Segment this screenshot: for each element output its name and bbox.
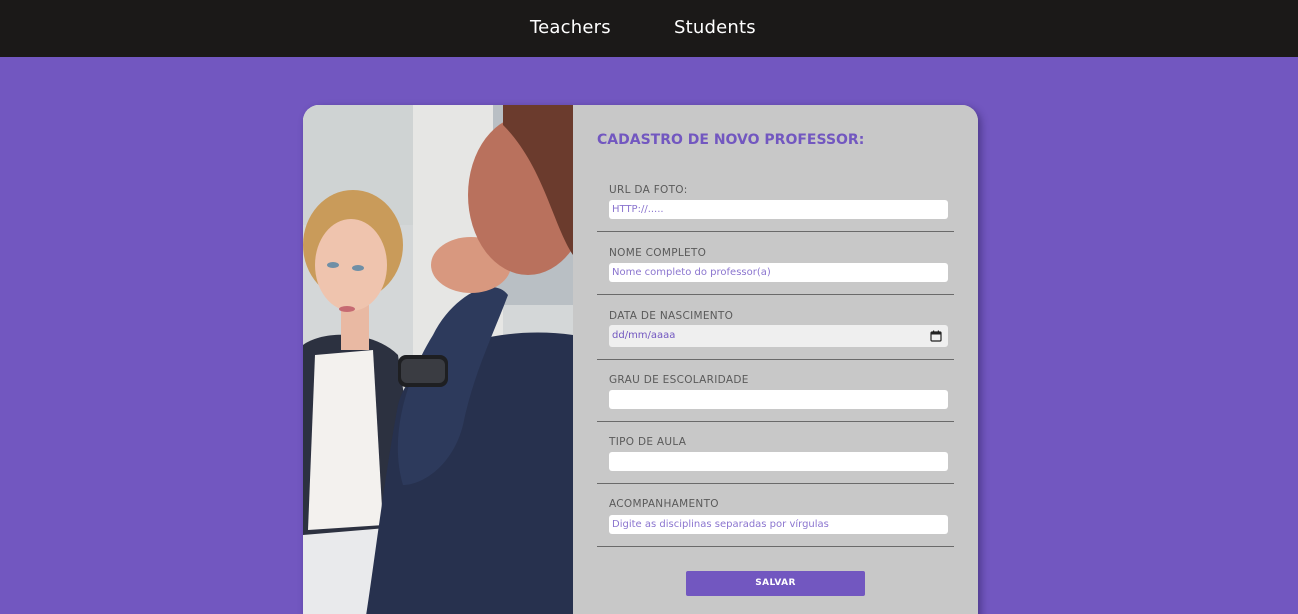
subjects-input[interactable] [609, 515, 948, 534]
form-title: CADASTRO DE NOVO PROFESSOR: [597, 132, 865, 148]
education-level-input[interactable] [609, 390, 948, 409]
top-navbar: Teachers Students [0, 0, 1298, 57]
full-name-field-group: NOME COMPLETO [597, 232, 954, 295]
registration-form: CADASTRO DE NOVO PROFESSOR: URL DA FOTO:… [573, 105, 978, 614]
class-type-label: TIPO DE AULA [609, 436, 687, 448]
education-level-label: GRAU DE ESCOLARIDADE [609, 374, 749, 386]
photo-url-field-group: URL DA FOTO: [597, 175, 954, 232]
education-level-field-group: GRAU DE ESCOLARIDADE [597, 360, 954, 422]
birth-date-label: DATA DE NASCIMENTO [609, 310, 734, 322]
calendar-icon[interactable] [930, 330, 942, 342]
subjects-field-group: ACOMPANHAMENTO [597, 484, 954, 547]
photo-url-label: URL DA FOTO: [609, 184, 688, 196]
birth-date-field-group: DATA DE NASCIMENTO dd/mm/aaaa [597, 295, 954, 360]
birth-date-input[interactable]: dd/mm/aaaa [609, 325, 948, 347]
full-name-label: NOME COMPLETO [609, 247, 707, 259]
class-type-input[interactable] [609, 452, 948, 471]
teachers-meeting-photo [303, 105, 573, 614]
nav-teachers-link[interactable]: Teachers [530, 17, 611, 38]
class-type-field-group: TIPO DE AULA [597, 422, 954, 484]
save-button[interactable]: SALVAR [686, 571, 865, 596]
subjects-label: ACOMPANHAMENTO [609, 498, 719, 510]
birth-date-placeholder: dd/mm/aaaa [612, 330, 676, 341]
nav-students-link[interactable]: Students [674, 17, 756, 38]
teacher-registration-card: CADASTRO DE NOVO PROFESSOR: URL DA FOTO:… [303, 105, 978, 614]
full-name-input[interactable] [609, 263, 948, 282]
photo-url-input[interactable] [609, 200, 948, 219]
